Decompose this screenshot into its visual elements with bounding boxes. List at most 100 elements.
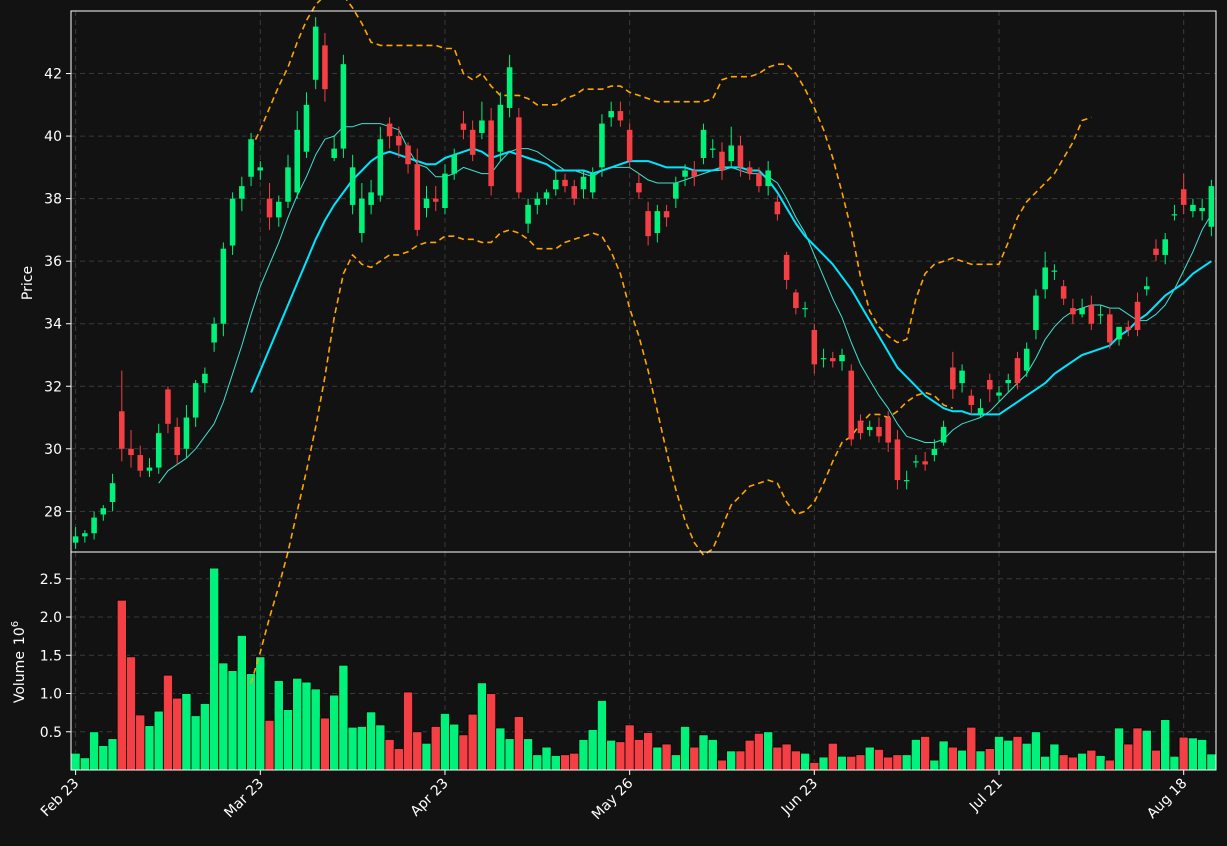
volume-bar	[264, 719, 275, 771]
candle-body	[1171, 214, 1178, 216]
candle-body	[968, 395, 975, 406]
volume-axis-label-text: Volume	[12, 651, 28, 703]
volume-bar	[957, 749, 968, 771]
volume-bar	[763, 731, 774, 771]
volume-bar	[855, 754, 866, 771]
volume-bar	[864, 746, 875, 771]
volume-bar	[504, 738, 515, 771]
volume-bar	[1077, 752, 1088, 771]
candle-body	[155, 433, 162, 468]
candle-body	[312, 26, 319, 80]
volume-bar	[1058, 754, 1069, 771]
volume-bar	[781, 743, 792, 771]
candle-body	[497, 104, 504, 152]
volume-bar	[1114, 727, 1125, 771]
candle-body	[183, 417, 190, 449]
volume-bar	[347, 726, 358, 771]
volume-bar	[633, 739, 644, 771]
candle-body	[1051, 270, 1058, 272]
candle-body	[950, 367, 956, 390]
volume-bar	[652, 746, 663, 771]
volume-bar	[421, 742, 432, 771]
volume-bar	[1169, 755, 1180, 771]
candle-body	[211, 323, 217, 343]
candle-body	[331, 148, 337, 158]
volume-bar	[1040, 755, 1051, 771]
volume-bar	[726, 750, 737, 771]
candle-body	[811, 329, 818, 365]
volume-bar	[790, 750, 801, 771]
volume-bar	[356, 726, 367, 771]
candle-body	[266, 198, 273, 218]
volume-bar	[744, 739, 755, 771]
volume-bar	[98, 745, 109, 771]
volume-bar	[181, 693, 192, 771]
volume-bar	[107, 738, 118, 771]
volume-bar	[523, 738, 534, 771]
volume-bar	[818, 756, 829, 771]
candle-body	[580, 176, 587, 190]
candle-body	[257, 167, 264, 171]
candle-body	[294, 129, 300, 193]
candle-body	[571, 186, 578, 199]
volume-bar	[606, 739, 617, 771]
volume-bar	[89, 731, 100, 771]
volume-bar	[910, 739, 921, 771]
candle-body	[119, 411, 125, 449]
candle-body	[737, 145, 744, 168]
candle-body	[1143, 286, 1150, 290]
volume-bar	[1150, 749, 1161, 771]
candle-body	[728, 145, 734, 162]
volume-bar	[218, 662, 229, 771]
volume-bar	[578, 739, 589, 771]
volume-scale-exponent: 6	[10, 621, 21, 627]
candle-body	[756, 173, 762, 187]
volume-bar	[532, 754, 543, 771]
price-axis-label: Price	[20, 266, 36, 300]
candle-body	[1208, 186, 1215, 227]
candle-body	[1180, 189, 1187, 205]
candle-body	[673, 182, 679, 199]
candle-body	[1153, 248, 1159, 255]
volume-bar	[707, 739, 718, 771]
candle-body	[765, 170, 771, 187]
candle-body	[599, 123, 605, 168]
volume-tick-label: 1.0	[40, 687, 62, 703]
candle-body	[1005, 380, 1012, 384]
candle-body	[303, 104, 310, 152]
volume-bar	[827, 742, 838, 771]
candle-body	[922, 461, 928, 465]
volume-bar	[458, 734, 469, 771]
volume-bar	[716, 759, 728, 771]
candle-body	[1070, 308, 1076, 315]
volume-bar	[329, 694, 340, 771]
candle-body	[1033, 295, 1039, 330]
volume-bar	[1160, 719, 1171, 771]
price-tick-label: 38	[44, 192, 62, 208]
volume-bar	[984, 748, 995, 771]
candle-body	[636, 182, 642, 193]
volume-bar	[1095, 755, 1106, 771]
price-tick-label: 36	[44, 254, 62, 270]
candle-body	[1023, 348, 1030, 371]
candle-body	[359, 198, 365, 234]
candle-body	[931, 448, 938, 456]
candle-body	[608, 111, 614, 118]
candle-body	[940, 426, 947, 443]
volume-bar	[1021, 742, 1032, 771]
volume-bar	[79, 757, 90, 771]
volume-bar	[569, 752, 580, 771]
candle-body	[654, 211, 661, 234]
volume-bar	[883, 756, 894, 771]
volume-bar	[873, 748, 884, 771]
candle-body	[1190, 204, 1196, 212]
volume-bar	[993, 735, 1005, 771]
candle-body	[1199, 208, 1205, 212]
price-tick-label: 34	[44, 317, 62, 333]
candle-body	[146, 467, 153, 471]
candle-body	[82, 533, 88, 537]
candle-body	[774, 201, 781, 215]
volume-bar	[643, 732, 654, 771]
candle-body	[913, 461, 919, 463]
candle-body	[229, 198, 236, 246]
